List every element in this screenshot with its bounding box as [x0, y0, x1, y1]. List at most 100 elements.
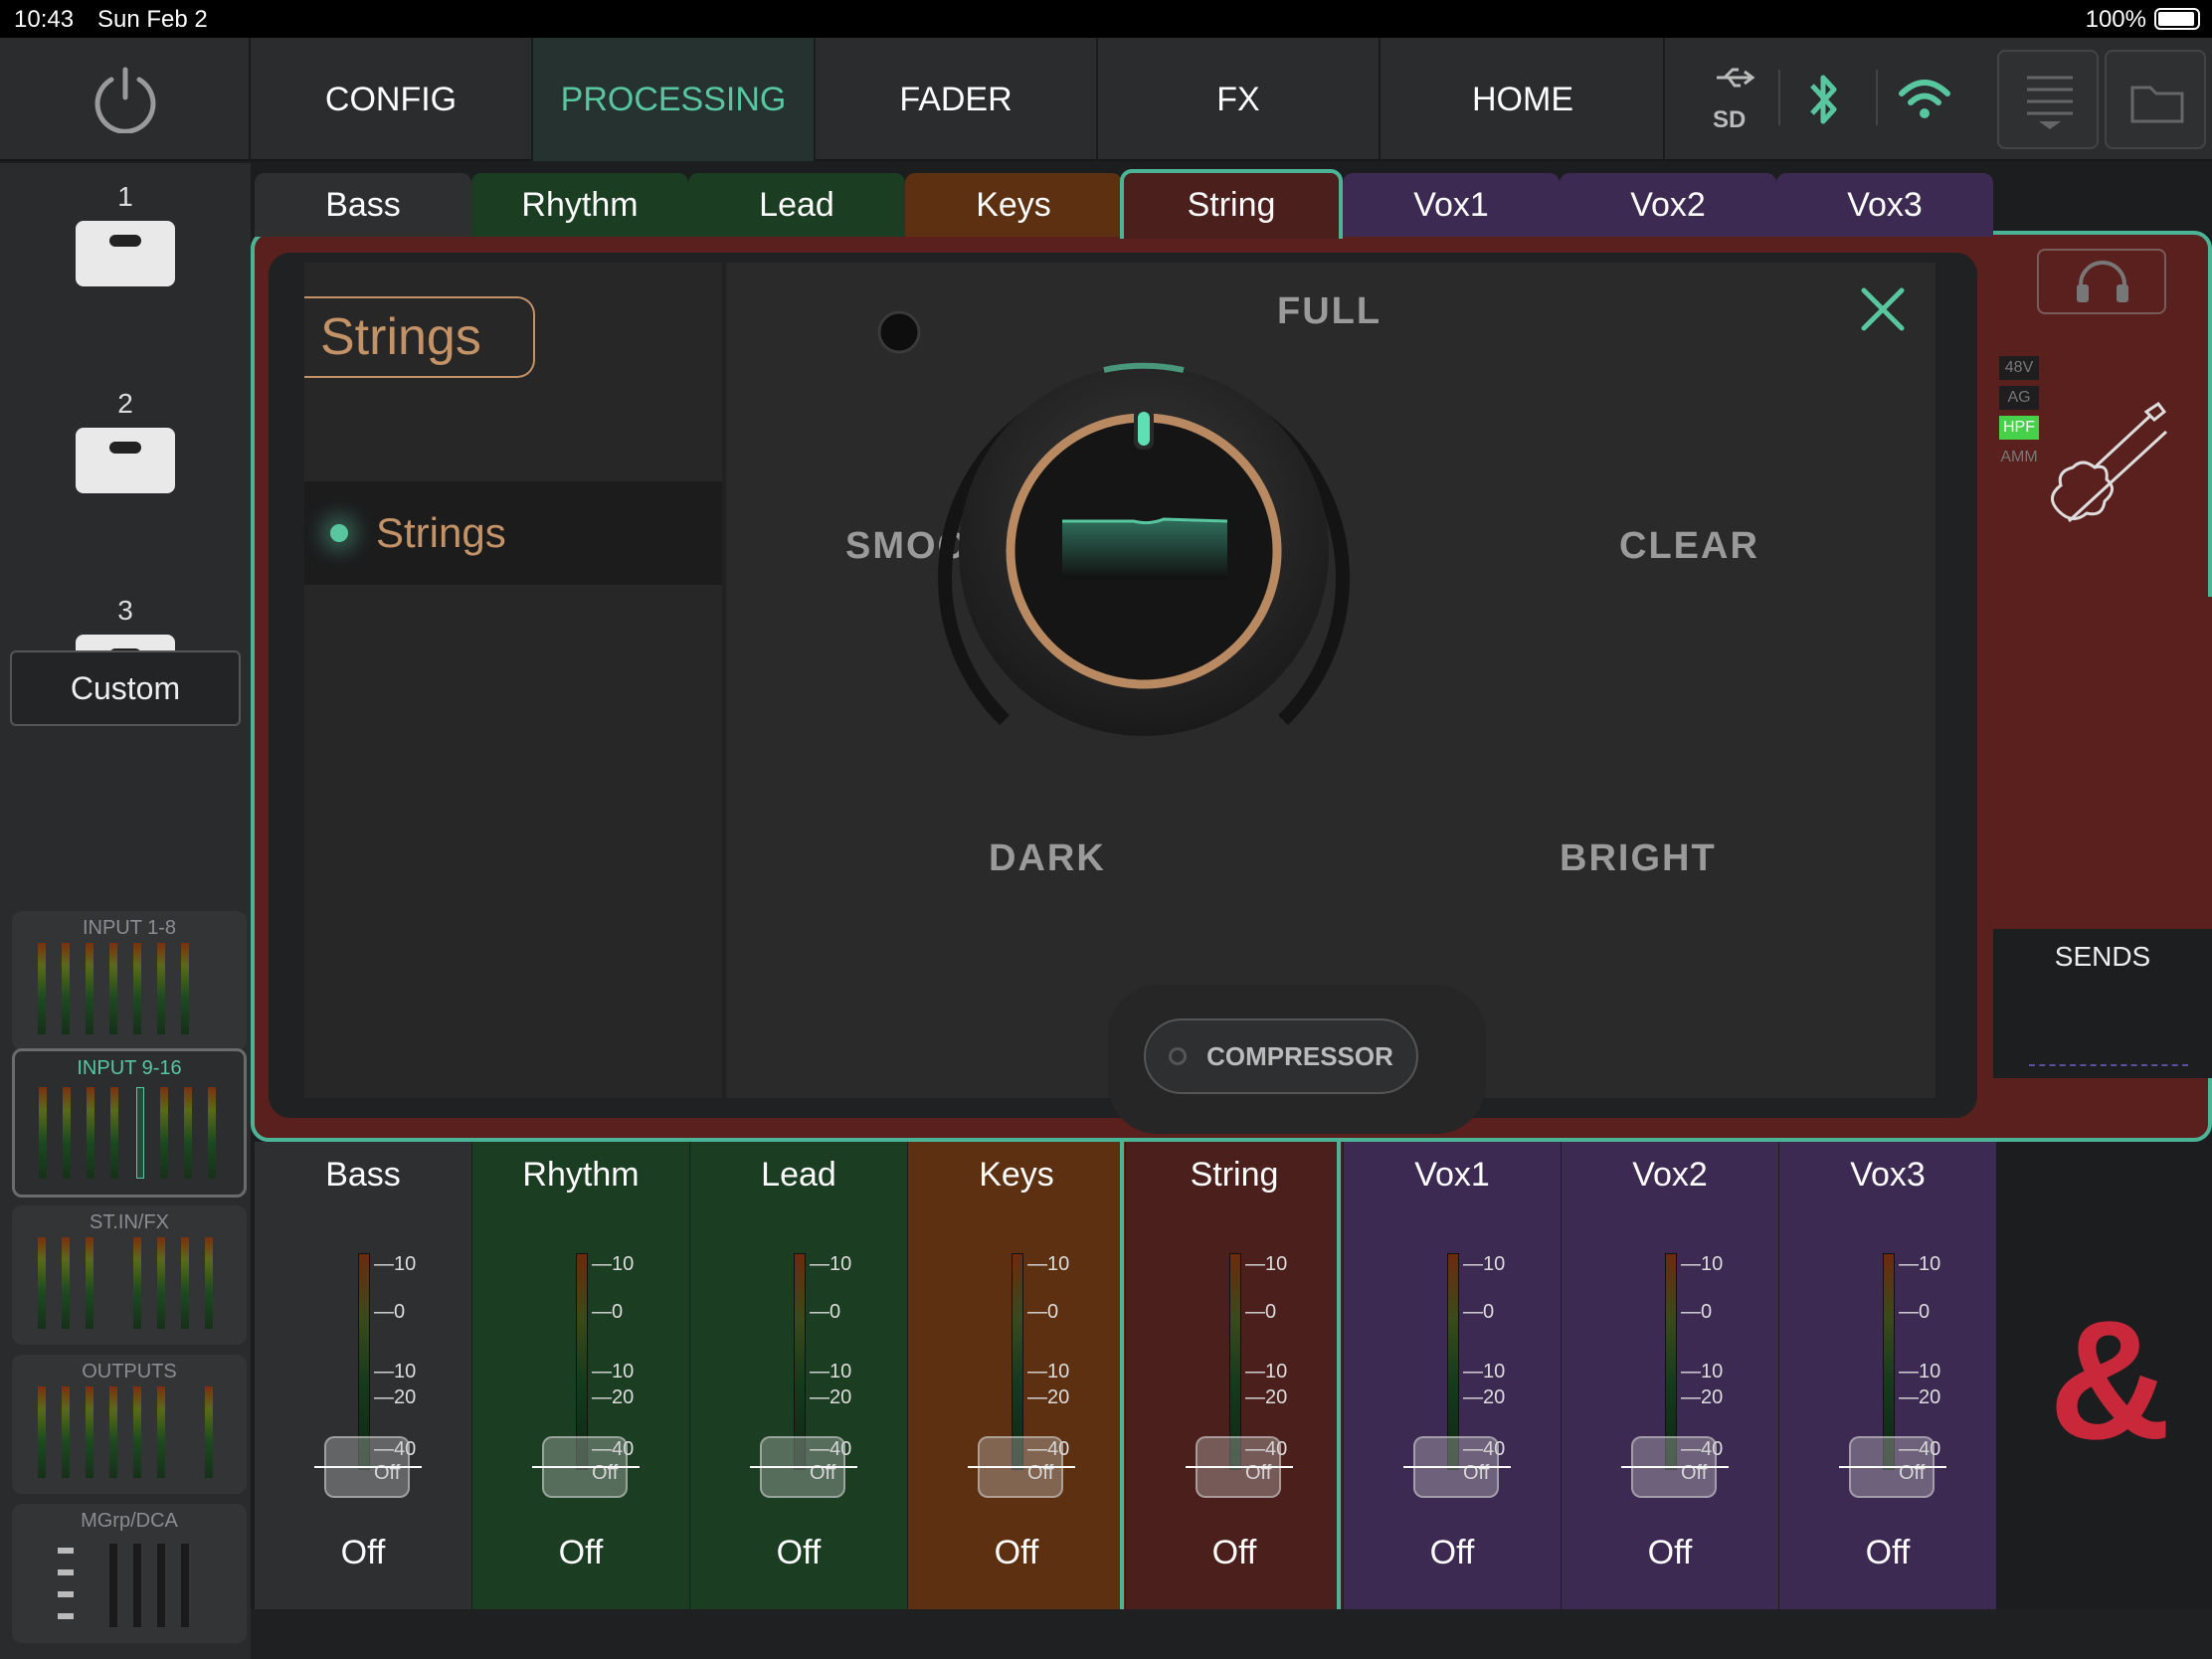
- bluetooth-icon: [1810, 75, 1837, 124]
- headphones-icon: [2077, 261, 2128, 302]
- strip-name: String: [1190, 1156, 1279, 1194]
- fader-knob[interactable]: [1403, 1436, 1511, 1498]
- scale-tick: —10: [1463, 1253, 1506, 1275]
- scale-tick: —20: [374, 1386, 417, 1408]
- channel-color-block: [1979, 597, 2212, 929]
- fader-value: Off: [1865, 1534, 1911, 1571]
- scale-tick: —10: [1899, 1253, 1941, 1275]
- fader-knob[interactable]: [1621, 1436, 1729, 1498]
- selected-indicator-icon: [330, 524, 348, 542]
- wifi-icon: [1899, 80, 1950, 118]
- channel-tab-rhythm[interactable]: Rhythm: [471, 173, 688, 237]
- bank-mgrp-dca[interactable]: MGrp/DCA: [12, 1504, 247, 1643]
- scale-tick: —20: [1681, 1386, 1724, 1408]
- scale-tick: —0: [374, 1301, 406, 1323]
- flag-hpf: HPF: [1999, 416, 2039, 440]
- tone-label-bright: BRIGHT: [1560, 837, 1717, 879]
- menu-button[interactable]: [1997, 50, 2099, 149]
- folder-button[interactable]: [2105, 50, 2206, 149]
- fader-knob[interactable]: [1186, 1436, 1293, 1498]
- menu-icon: [2027, 76, 2073, 129]
- preset-label: Strings: [376, 509, 506, 556]
- bank-input-9-16[interactable]: INPUT 9-16: [12, 1048, 247, 1198]
- headphones-button[interactable]: [2037, 249, 2166, 314]
- channel-tab-vox1[interactable]: Vox1: [1343, 173, 1560, 237]
- channel-tab-string[interactable]: String: [1120, 169, 1343, 239]
- scale-tick: —10: [374, 1253, 417, 1275]
- tab-config[interactable]: CONFIG: [251, 38, 533, 161]
- bank-label: INPUT 9-16: [77, 1057, 182, 1079]
- snapshot-slot: [76, 221, 175, 286]
- snapshot-1[interactable]: 1: [76, 181, 175, 286]
- fader-knob[interactable]: [968, 1436, 1075, 1498]
- flag-ag: AG: [1999, 386, 2039, 410]
- custom-button[interactable]: Custom: [10, 650, 241, 726]
- scale-tick: —20: [1899, 1386, 1941, 1408]
- flag-amm: AMM: [2000, 449, 2038, 465]
- scale-tick: —10: [374, 1361, 417, 1382]
- fader-strip-lead: Lead —10 —0 —10 —20 —40 Off Off: [690, 1142, 907, 1609]
- scale-tick: —20: [592, 1386, 635, 1408]
- bank-st-in-fx[interactable]: ST.IN/FX: [12, 1205, 247, 1345]
- sends-panel[interactable]: SENDS: [1993, 929, 2212, 1078]
- strip-name: Vox1: [1414, 1156, 1490, 1194]
- violin-icon: [2051, 402, 2168, 523]
- bank-input-1-8[interactable]: INPUT 1-8: [12, 911, 247, 1050]
- indicator-led-icon: [877, 310, 921, 354]
- preset-list: Strings Strings: [304, 263, 722, 1098]
- scale-tick: —20: [1245, 1386, 1288, 1408]
- tab-processing[interactable]: PROCESSING: [533, 38, 816, 161]
- channel-tab-lead[interactable]: Lead: [688, 173, 905, 237]
- fader-value: Off: [1429, 1534, 1475, 1571]
- svg-text:SD: SD: [1713, 106, 1746, 133]
- channel-tab-vox3[interactable]: Vox3: [1776, 173, 1993, 237]
- tab-home[interactable]: HOME: [1382, 38, 1665, 161]
- strip-name: Vox3: [1850, 1156, 1926, 1194]
- preset-item[interactable]: Strings: [304, 481, 722, 585]
- fader-knob[interactable]: [1839, 1436, 1946, 1498]
- snapshot-slot: [76, 428, 175, 493]
- fader-value: Off: [340, 1534, 386, 1571]
- channel-tab-keys[interactable]: Keys: [905, 173, 1122, 237]
- tone-label-clear: CLEAR: [1619, 525, 1759, 567]
- scale-tick: —10: [1463, 1361, 1506, 1382]
- fader-knob[interactable]: [532, 1436, 640, 1498]
- fader-knob[interactable]: [314, 1436, 422, 1498]
- date: Sun Feb 2: [97, 6, 208, 33]
- fader-value: Off: [1211, 1534, 1257, 1571]
- brand-logo: &: [2049, 1286, 2171, 1475]
- fader-strip-vox3: Vox3 —10 —0 —10 —20 —40 Off Off: [1779, 1142, 1996, 1609]
- bank-label: MGrp/DCA: [81, 1510, 178, 1532]
- snapshot-2[interactable]: 2: [76, 388, 175, 493]
- clock: 10:43: [14, 6, 75, 33]
- scale-tick: —0: [1027, 1301, 1059, 1323]
- channel-tab-bass[interactable]: Bass: [255, 173, 471, 237]
- fader-knob[interactable]: [750, 1436, 857, 1498]
- scale-tick: —10: [1027, 1361, 1070, 1382]
- bank-label: OUTPUTS: [82, 1361, 177, 1382]
- strip-name: Keys: [979, 1156, 1054, 1194]
- bank-outputs[interactable]: OUTPUTS: [12, 1355, 247, 1494]
- scale-tick: —0: [810, 1301, 841, 1323]
- tab-fx[interactable]: FX: [1098, 38, 1381, 161]
- snapshot-number: 3: [117, 595, 133, 626]
- fader-strip-vox2: Vox2 —10 —0 —10 —20 —40 Off Off: [1562, 1142, 1778, 1609]
- channel-tab-vox2[interactable]: Vox2: [1560, 173, 1776, 237]
- bank-label: ST.IN/FX: [89, 1211, 169, 1233]
- battery-level: 100%: [2085, 6, 2146, 33]
- power-icon: [94, 67, 156, 133]
- compressor-button[interactable]: COMPRESSOR: [1144, 1018, 1418, 1094]
- scale-tick: —10: [1681, 1253, 1724, 1275]
- close-icon[interactable]: [1860, 286, 1906, 332]
- fader-value: Off: [1647, 1534, 1693, 1571]
- fader-strip-keys: Keys —10 —0 —10 —20 —40 Off Off: [908, 1142, 1125, 1609]
- tab-fader[interactable]: FADER: [816, 38, 1098, 161]
- compressor-led-icon: [1169, 1047, 1188, 1065]
- string-strip-border-left: [1120, 1140, 1124, 1651]
- power-button[interactable]: [0, 38, 251, 161]
- scale-tick: —10: [810, 1253, 852, 1275]
- preset-category[interactable]: Strings: [304, 296, 535, 378]
- bottom-bar: [251, 1609, 2212, 1659]
- tone-knob[interactable]: [925, 342, 1363, 780]
- fader-strip-rhythm: Rhythm —10 —0 —10 —20 —40 Off Off: [472, 1142, 689, 1609]
